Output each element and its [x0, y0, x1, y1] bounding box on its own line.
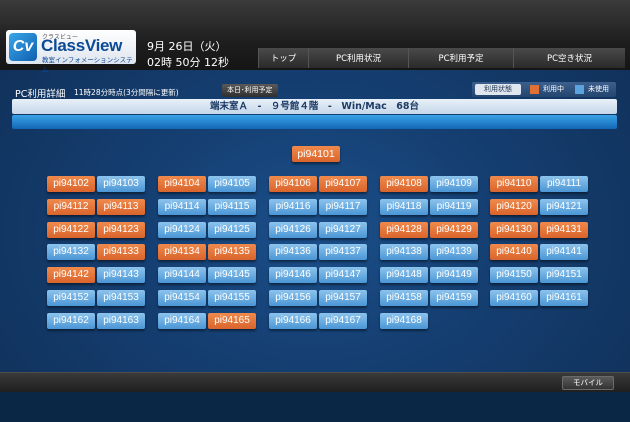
pc-pi94135[interactable]: pi94135: [208, 244, 256, 260]
header-bar: Cv クラスビュー ClassView 教室インフォメーションシステム 9月 2…: [0, 0, 630, 74]
pc-pi94158[interactable]: pi94158: [380, 290, 428, 306]
pc-pi94105[interactable]: pi94105: [208, 176, 256, 192]
pc-pi94123[interactable]: pi94123: [97, 222, 145, 238]
pc-pi94115[interactable]: pi94115: [208, 199, 256, 215]
pc-pi94101[interactable]: pi94101: [292, 146, 340, 162]
pc-pi94149[interactable]: pi94149: [430, 267, 478, 283]
pc-pi94111[interactable]: pi94111: [540, 176, 588, 192]
mobile-button[interactable]: モバイル: [562, 376, 614, 390]
pc-pi94104[interactable]: pi94104: [158, 176, 206, 192]
pc-pi94153[interactable]: pi94153: [97, 290, 145, 306]
pc-pi94131[interactable]: pi94131: [540, 222, 588, 238]
pc-pi94119[interactable]: pi94119: [430, 199, 478, 215]
pc-pi94145[interactable]: pi94145: [208, 267, 256, 283]
pc-pi94114[interactable]: pi94114: [158, 199, 206, 215]
legend-status-label: 利用状態: [475, 84, 521, 95]
current-date: 9月 26日（火）: [147, 40, 227, 53]
pc-pi94138[interactable]: pi94138: [380, 244, 428, 260]
pc-pi94140[interactable]: pi94140: [490, 244, 538, 260]
main-nav: トップ PC利用状況 PC利用予定 PC空き状況: [258, 48, 625, 68]
logo-subtitle: 教室インフォメーションシステム: [42, 56, 133, 74]
pc-pi94157[interactable]: pi94157: [319, 290, 367, 306]
today-schedule-button[interactable]: 本日･利用予定: [222, 84, 278, 97]
pc-pi94112[interactable]: pi94112: [47, 199, 95, 215]
page-title: PC利用詳細: [15, 89, 66, 100]
room-banner: 端末室Ａ - ９号館４階 - Win/Mac 68台: [12, 99, 617, 114]
classview-page: Cv クラスビュー ClassView 教室インフォメーションシステム 9月 2…: [0, 0, 630, 422]
pc-pi94108[interactable]: pi94108: [380, 176, 428, 192]
pc-pi94137[interactable]: pi94137: [319, 244, 367, 260]
pc-pi94117[interactable]: pi94117: [319, 199, 367, 215]
pc-pi94118[interactable]: pi94118: [380, 199, 428, 215]
nav-pc-usage[interactable]: PC利用状況: [308, 48, 408, 68]
in-use-label: 利用中: [543, 85, 564, 93]
unused-label: 未使用: [588, 85, 609, 93]
pc-pi94110[interactable]: pi94110: [490, 176, 538, 192]
pc-pi94150[interactable]: pi94150: [490, 267, 538, 283]
pc-pi94161[interactable]: pi94161: [540, 290, 588, 306]
pc-pi94121[interactable]: pi94121: [540, 199, 588, 215]
pc-pi94133[interactable]: pi94133: [97, 244, 145, 260]
footer-bar: モバイル: [0, 372, 630, 392]
pc-pi94127[interactable]: pi94127: [319, 222, 367, 238]
pc-pi94141[interactable]: pi94141: [540, 244, 588, 260]
pc-pi94144[interactable]: pi94144: [158, 267, 206, 283]
pc-pi94155[interactable]: pi94155: [208, 290, 256, 306]
cv-logo-icon: Cv: [9, 33, 37, 61]
pc-pi94113[interactable]: pi94113: [97, 199, 145, 215]
pc-pi94109[interactable]: pi94109: [430, 176, 478, 192]
pc-pi94139[interactable]: pi94139: [430, 244, 478, 260]
pc-pi94134[interactable]: pi94134: [158, 244, 206, 260]
pc-pi94154[interactable]: pi94154: [158, 290, 206, 306]
pc-pi94107[interactable]: pi94107: [319, 176, 367, 192]
current-time: 02時 50分 12秒: [147, 56, 229, 69]
classview-logo[interactable]: Cv クラスビュー ClassView 教室インフォメーションシステム: [6, 30, 136, 74]
pc-pi94148[interactable]: pi94148: [380, 267, 428, 283]
pc-pi94152[interactable]: pi94152: [47, 290, 95, 306]
pc-pi94167[interactable]: pi94167: [319, 313, 367, 329]
pc-pi94126[interactable]: pi94126: [269, 222, 317, 238]
pc-pi94164[interactable]: pi94164: [158, 313, 206, 329]
pc-pi94163[interactable]: pi94163: [97, 313, 145, 329]
pc-pi94120[interactable]: pi94120: [490, 199, 538, 215]
pc-pi94146[interactable]: pi94146: [269, 267, 317, 283]
pc-pi94142[interactable]: pi94142: [47, 267, 95, 283]
update-info: 11時28分時点(3分間隔に更新): [74, 88, 179, 97]
pc-pi94122[interactable]: pi94122: [47, 222, 95, 238]
pc-pi94151[interactable]: pi94151: [540, 267, 588, 283]
pc-pi94124[interactable]: pi94124: [158, 222, 206, 238]
pc-pi94125[interactable]: pi94125: [208, 222, 256, 238]
pc-pi94102[interactable]: pi94102: [47, 176, 95, 192]
pc-pi94128[interactable]: pi94128: [380, 222, 428, 238]
unused-swatch: [575, 85, 584, 94]
status-legend: 利用状態 利用中 未使用: [472, 82, 616, 97]
pc-pi94116[interactable]: pi94116: [269, 199, 317, 215]
nav-top[interactable]: トップ: [258, 48, 308, 68]
pc-pi94103[interactable]: pi94103: [97, 176, 145, 192]
pc-pi94166[interactable]: pi94166: [269, 313, 317, 329]
pc-pi94156[interactable]: pi94156: [269, 290, 317, 306]
pc-pi94143[interactable]: pi94143: [97, 267, 145, 283]
pc-pi94160[interactable]: pi94160: [490, 290, 538, 306]
pc-pi94168[interactable]: pi94168: [380, 313, 428, 329]
nav-pc-schedule[interactable]: PC利用予定: [408, 48, 513, 68]
room-banner-bar: [12, 115, 617, 129]
bottom-area: [0, 392, 630, 422]
in-use-swatch: [530, 85, 539, 94]
pc-pi94106[interactable]: pi94106: [269, 176, 317, 192]
pc-pi94129[interactable]: pi94129: [430, 222, 478, 238]
pc-pi94165[interactable]: pi94165: [208, 313, 256, 329]
pc-pi94130[interactable]: pi94130: [490, 222, 538, 238]
pc-pi94159[interactable]: pi94159: [430, 290, 478, 306]
pc-pi94147[interactable]: pi94147: [319, 267, 367, 283]
pc-pi94132[interactable]: pi94132: [47, 244, 95, 260]
pc-pi94162[interactable]: pi94162: [47, 313, 95, 329]
nav-pc-availability[interactable]: PC空き状況: [513, 48, 625, 68]
pc-pi94136[interactable]: pi94136: [269, 244, 317, 260]
logo-name: ClassView: [41, 36, 123, 55]
